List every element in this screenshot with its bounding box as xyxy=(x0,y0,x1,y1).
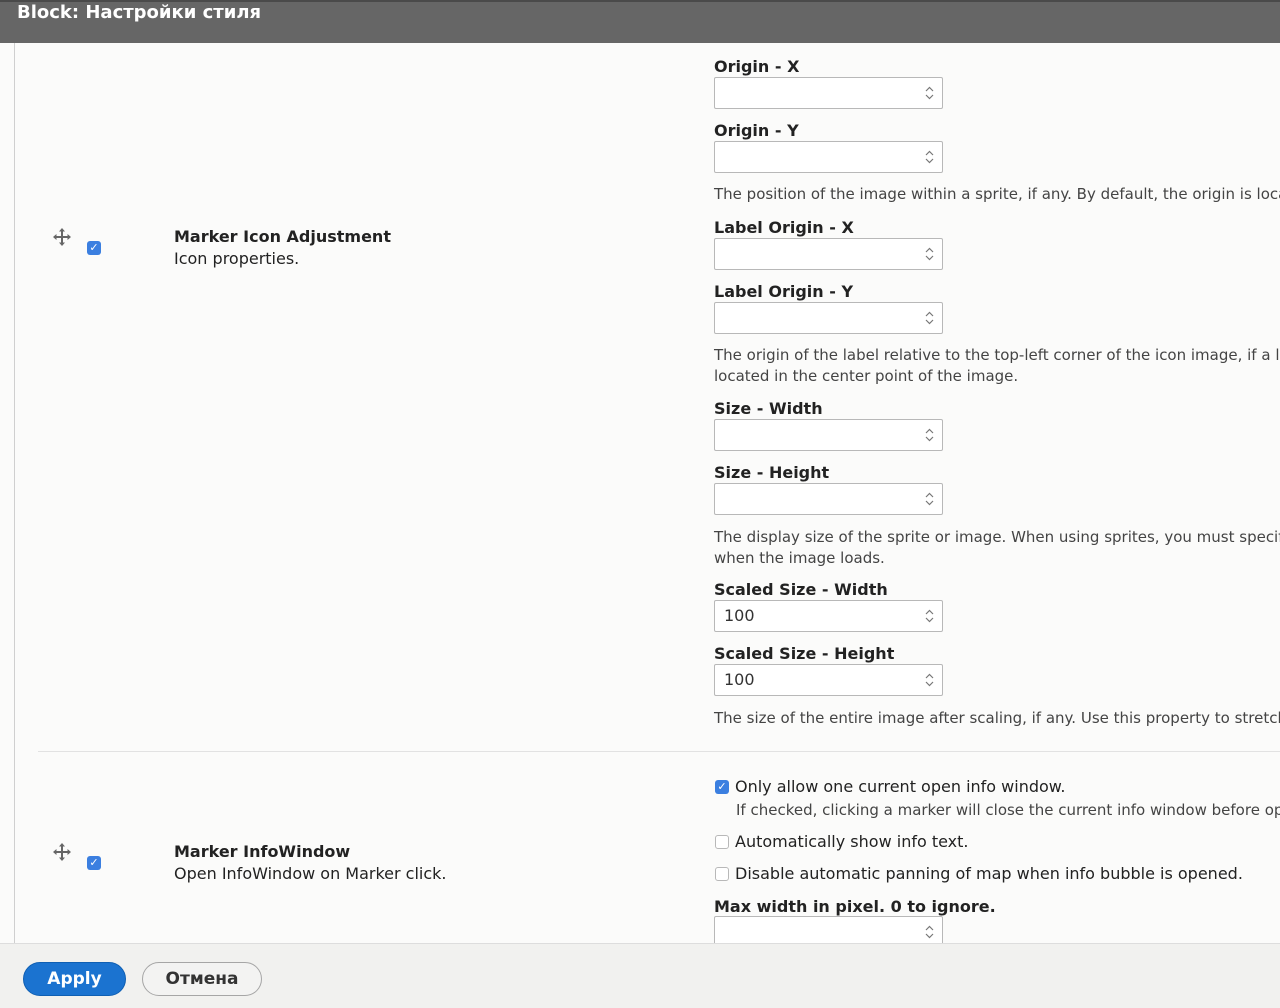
dialog-content[interactable]: ✓ Marker Icon Adjustment Icon properties… xyxy=(0,43,1280,943)
origin-x-input[interactable] xyxy=(714,77,943,109)
drag-handle-icon[interactable] xyxy=(53,228,71,246)
apply-button[interactable]: Apply xyxy=(23,962,126,996)
spinner-icon[interactable] xyxy=(925,673,934,687)
row-description: Icon properties. xyxy=(174,249,300,268)
spinner-icon[interactable] xyxy=(925,492,934,506)
field-label: Scaled Size - Width xyxy=(714,580,888,599)
spinner-icon[interactable] xyxy=(925,150,934,164)
dialog-footer: Apply Отмена xyxy=(0,943,1280,1008)
field-label: Scaled Size - Height xyxy=(714,644,895,663)
row-divider xyxy=(38,751,1280,752)
drag-handle-icon[interactable] xyxy=(53,843,71,861)
row-enable-checkbox[interactable]: ✓ xyxy=(87,241,101,255)
field-label: Label Origin - Y xyxy=(714,282,854,301)
option-label[interactable]: Only allow one current open info window. xyxy=(735,777,1065,796)
scaled-size-width-input[interactable]: 100 xyxy=(714,600,943,632)
field-help: when the image loads. xyxy=(714,549,885,567)
max-width-input[interactable] xyxy=(714,916,943,943)
field-help: The position of the image within a sprit… xyxy=(714,185,1280,203)
field-help: located in the center point of the image… xyxy=(714,367,1019,385)
option-label[interactable]: Automatically show info text. xyxy=(735,832,969,851)
row-title: Marker Icon Adjustment xyxy=(174,227,391,246)
cancel-button[interactable]: Отмена xyxy=(142,962,262,996)
field-label: Size - Width xyxy=(714,399,823,418)
row-enable-checkbox[interactable]: ✓ xyxy=(87,856,101,870)
field-label: Label Origin - X xyxy=(714,218,854,237)
label-origin-y-input[interactable] xyxy=(714,302,943,334)
auto-show-checkbox[interactable] xyxy=(715,835,729,849)
field-label: Origin - X xyxy=(714,57,800,76)
input-value: 100 xyxy=(724,670,755,689)
scaled-size-height-input[interactable]: 100 xyxy=(714,664,943,696)
spinner-icon[interactable] xyxy=(925,925,934,939)
row-title: Marker InfoWindow xyxy=(174,842,351,861)
size-height-input[interactable] xyxy=(714,483,943,515)
option-label[interactable]: Disable automatic panning of map when in… xyxy=(735,864,1243,883)
spinner-icon[interactable] xyxy=(925,311,934,325)
size-width-input[interactable] xyxy=(714,419,943,451)
dialog-title: Block: Настройки стиля xyxy=(17,2,262,23)
spinner-icon[interactable] xyxy=(925,247,934,261)
origin-y-input[interactable] xyxy=(714,141,943,173)
field-label: Max width in pixel. 0 to ignore. xyxy=(714,897,996,916)
disable-panning-checkbox[interactable] xyxy=(715,867,729,881)
field-help: The size of the entire image after scali… xyxy=(714,709,1280,727)
spinner-icon[interactable] xyxy=(925,428,934,442)
field-label: Origin - Y xyxy=(714,121,799,140)
label-origin-x-input[interactable] xyxy=(714,238,943,270)
row-description: Open InfoWindow on Marker click. xyxy=(174,864,447,883)
input-value: 100 xyxy=(724,606,755,625)
option-help: If checked, clicking a marker will close… xyxy=(736,801,1280,819)
field-label: Size - Height xyxy=(714,463,830,482)
field-help: The display size of the sprite or image.… xyxy=(714,528,1280,546)
field-help: The origin of the label relative to the … xyxy=(714,346,1280,364)
spinner-icon[interactable] xyxy=(925,609,934,623)
single-infowindow-checkbox[interactable]: ✓ xyxy=(715,780,729,794)
dialog-titlebar: Block: Настройки стиля xyxy=(0,0,1280,43)
left-border-line xyxy=(14,43,15,943)
spinner-icon[interactable] xyxy=(925,86,934,100)
